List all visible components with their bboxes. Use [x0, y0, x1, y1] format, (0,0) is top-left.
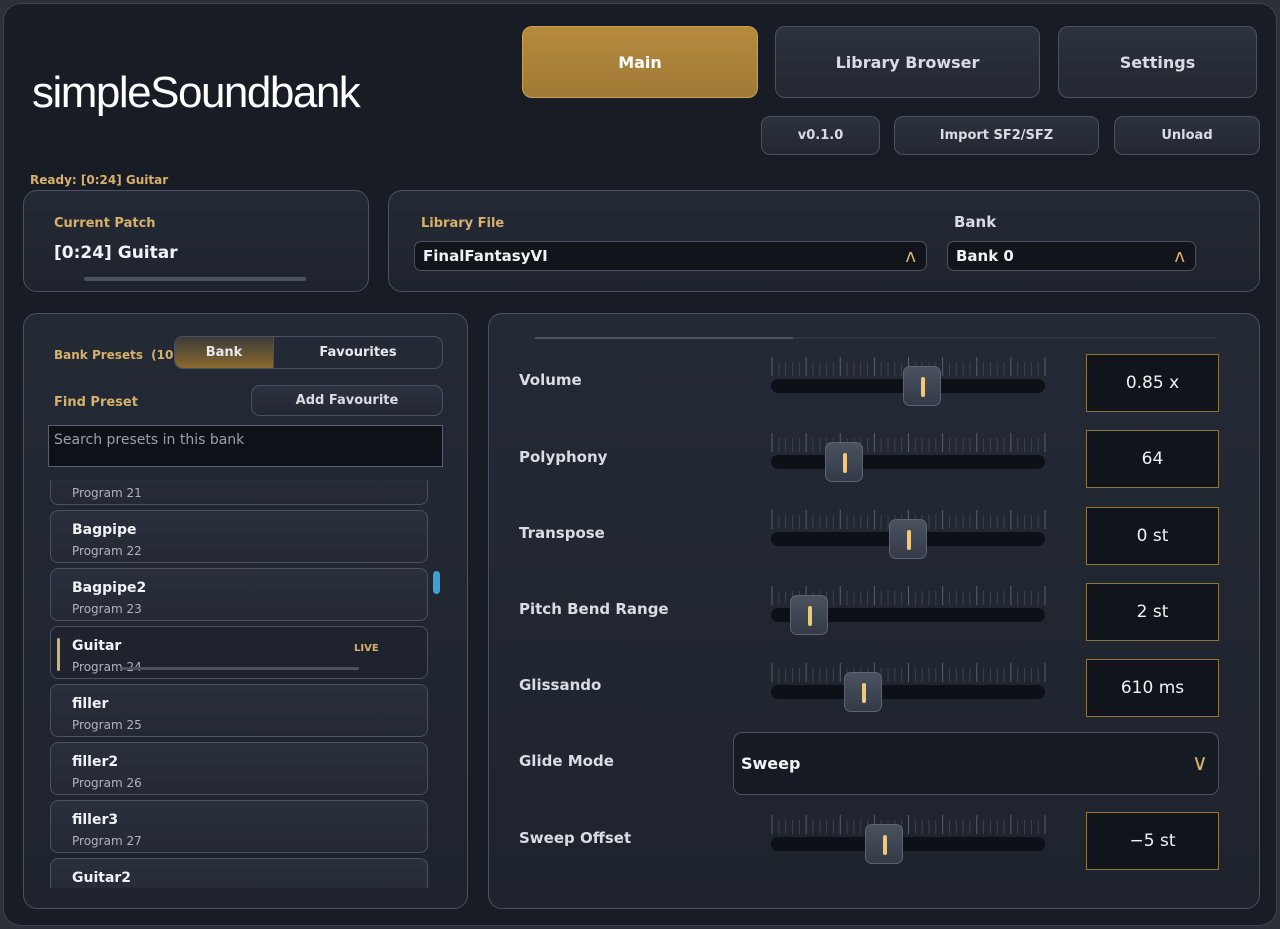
glide-mode-select[interactable]: Sweep ∨: [733, 732, 1219, 795]
current-patch-label: Current Patch: [54, 216, 156, 231]
preset-filter-toggle: Bank Favourites: [174, 336, 443, 369]
polyphony-label: Polyphony: [519, 448, 608, 466]
transpose-value[interactable]: 0 st: [1086, 507, 1219, 565]
glissando-label: Glissando: [519, 676, 602, 694]
unload-button[interactable]: Unload: [1114, 116, 1260, 155]
bank-presets-label: Bank Presets (100): [54, 348, 187, 362]
slider-thumb[interactable]: [825, 442, 864, 482]
item-name: Guitar2: [72, 870, 132, 886]
item-program: Program 21: [72, 486, 142, 500]
slider-thumb[interactable]: [865, 824, 904, 864]
tick-marks: [771, 433, 1046, 452]
parameters-panel: Volume 0.85 x Polyphony 64 Transpose 0 s…: [488, 313, 1260, 909]
item-program: Program 26: [72, 776, 142, 790]
pitch-bend-range-value[interactable]: 2 st: [1086, 583, 1219, 641]
list-item[interactable]: filler Program 25: [50, 684, 428, 737]
status-text: Ready: [0:24] Guitar: [30, 173, 169, 187]
divider: [535, 337, 1215, 339]
presets-panel: Bank Presets (100) Bank Favourites Find …: [23, 313, 468, 909]
item-name: Bagpipe: [72, 522, 137, 538]
slider-thumb[interactable]: [789, 595, 828, 635]
list-item-live[interactable]: Guitar Program 24 LIVE: [50, 626, 428, 679]
item-program: Program 25: [72, 718, 142, 732]
patch-progress-bar: [84, 277, 306, 281]
tick-marks: [771, 815, 1046, 834]
import-button[interactable]: Import SF2/SFZ: [894, 116, 1099, 155]
slider-track: [771, 455, 1045, 469]
glissando-value[interactable]: 610 ms: [1086, 659, 1219, 717]
library-file-value: FinalFantasyVI: [423, 247, 548, 265]
item-name: filler: [72, 696, 109, 712]
bank-label: Bank: [954, 213, 997, 231]
list-item[interactable]: Guitar2: [50, 858, 428, 888]
slider-thumb[interactable]: [903, 366, 942, 406]
list-item[interactable]: Program 21: [50, 480, 428, 505]
live-accent-bar: [57, 638, 60, 671]
tab-settings[interactable]: Settings: [1058, 26, 1257, 98]
divider-highlight: [535, 337, 793, 339]
app-title: simpleSoundbank: [32, 68, 361, 117]
bank-select[interactable]: Bank 0 ʌ: [947, 241, 1196, 271]
slider-thumb[interactable]: [844, 672, 883, 712]
item-program: Program 22: [72, 544, 142, 558]
slider-thumb[interactable]: [889, 519, 927, 559]
volume-value[interactable]: 0.85 x: [1086, 354, 1219, 412]
polyphony-value[interactable]: 64: [1086, 430, 1219, 488]
item-name: Guitar: [72, 638, 122, 654]
item-name: Bagpipe2: [72, 580, 147, 596]
seg-favourites-button[interactable]: Favourites: [274, 337, 442, 368]
preset-search-input[interactable]: Search presets in this bank: [48, 425, 443, 467]
item-name: filler3: [72, 812, 119, 828]
live-badge: LIVE: [354, 643, 379, 654]
pitch-bend-range-slider[interactable]: [771, 586, 1047, 635]
preset-list: Program 21 Bagpipe Program 22 Bagpipe2 P…: [50, 480, 430, 888]
current-patch-value: [0:24] Guitar: [54, 243, 178, 263]
transpose-slider[interactable]: [771, 510, 1047, 559]
glissando-slider[interactable]: [771, 663, 1047, 712]
library-file-label: Library File: [421, 216, 505, 231]
sweep-offset-slider[interactable]: [771, 815, 1047, 864]
seg-bank-button[interactable]: Bank: [175, 337, 274, 368]
item-program: Program 23: [72, 602, 142, 616]
chevron-up-icon: ʌ: [1174, 245, 1185, 267]
add-favourite-button[interactable]: Add Favourite: [251, 385, 443, 416]
current-patch-panel: Current Patch [0:24] Guitar: [23, 190, 369, 292]
list-item[interactable]: Bagpipe2 Program 23: [50, 568, 428, 621]
list-item[interactable]: filler2 Program 26: [50, 742, 428, 795]
slider-track: [771, 837, 1045, 851]
volume-label: Volume: [519, 371, 582, 389]
sweep-offset-value[interactable]: −5 st: [1086, 812, 1219, 870]
tick-marks: [771, 663, 1046, 682]
pitch-bend-range-label: Pitch Bend Range: [519, 600, 669, 618]
bank-presets-text: Bank Presets: [54, 348, 143, 362]
transpose-label: Transpose: [519, 524, 605, 542]
version-button[interactable]: v0.1.0: [761, 116, 880, 155]
sweep-offset-label: Sweep Offset: [519, 829, 632, 847]
volume-slider[interactable]: [771, 357, 1047, 406]
chevron-up-icon: ʌ: [905, 245, 916, 267]
live-progress-bar: [121, 667, 359, 670]
item-program: Program 27: [72, 834, 142, 848]
slider-track: [771, 685, 1045, 699]
bank-value: Bank 0: [956, 247, 1014, 265]
list-item[interactable]: filler3 Program 27: [50, 800, 428, 853]
item-name: filler2: [72, 754, 119, 770]
library-panel: Library File FinalFantasyVI ʌ Bank Bank …: [388, 190, 1260, 292]
app-window: simpleSoundbank Main Library Browser Set…: [3, 3, 1277, 926]
glide-mode-label: Glide Mode: [519, 752, 614, 770]
chevron-down-icon: ∨: [1191, 751, 1208, 776]
list-item[interactable]: Bagpipe Program 22: [50, 510, 428, 563]
tab-library-browser[interactable]: Library Browser: [775, 26, 1040, 98]
list-scrollbar-thumb[interactable]: [433, 571, 440, 594]
find-preset-label: Find Preset: [54, 395, 138, 410]
library-file-select[interactable]: FinalFantasyVI ʌ: [414, 241, 927, 271]
tab-main[interactable]: Main: [522, 26, 758, 98]
polyphony-slider[interactable]: [771, 433, 1047, 482]
glide-mode-value: Sweep: [741, 754, 801, 773]
